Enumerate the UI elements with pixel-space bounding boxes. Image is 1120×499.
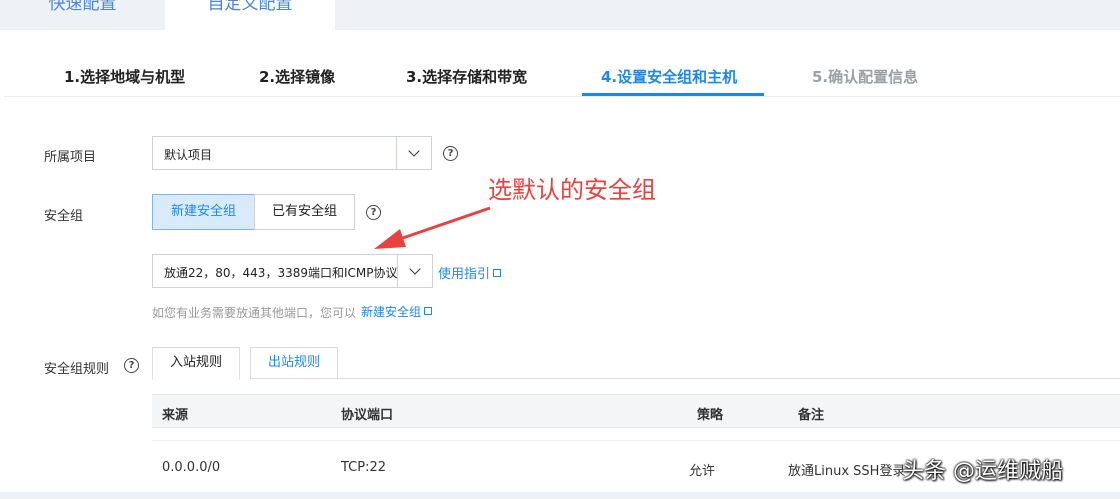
row-port: TCP:22: [341, 460, 387, 475]
tab-custom-config-label: 自定义配置: [207, 0, 293, 14]
security-group-select[interactable]: 放通22，80，443，3389端口和ICMP协议: [152, 254, 433, 288]
step-5: 5.确认配置信息: [812, 68, 919, 86]
security-group-hint: 如您有业务需要放通其他端口，您可以: [152, 306, 357, 320]
watermark: 头条 @运维贼船: [902, 459, 1063, 484]
column-note: 备注: [798, 408, 825, 423]
new-security-group-link[interactable]: 新建安全组: [361, 303, 433, 320]
rules-tabs-divider: [338, 378, 1120, 379]
existing-security-group-button[interactable]: 已有安全组: [254, 194, 355, 230]
project-select-value: 默认项目: [164, 148, 213, 162]
row-note: 放通Linux SSH登录: [788, 464, 906, 479]
page-bottom-background: [0, 492, 1120, 499]
project-select[interactable]: 默认项目: [152, 136, 432, 170]
new-security-group-link-label: 新建安全组: [361, 305, 422, 319]
rules-table-header: 来源 协议端口 策略 备注: [152, 394, 1120, 428]
column-port: 协议端口: [341, 408, 394, 423]
steps-divider: [4, 96, 1120, 97]
help-icon[interactable]: ?: [124, 358, 139, 373]
usage-guide-link[interactable]: 使用指引: [438, 263, 502, 282]
external-link-icon: [493, 269, 502, 277]
annotation-text: 选默认的安全组: [488, 176, 656, 204]
row-policy: 允许: [689, 464, 716, 479]
tab-quick-config[interactable]: 快速配置: [0, 0, 165, 30]
column-policy: 策略: [697, 408, 724, 423]
security-group-label: 安全组: [44, 209, 84, 224]
tab-outbound-rules[interactable]: 出站规则: [250, 347, 338, 379]
row-source: 0.0.0.0/0: [162, 460, 221, 475]
project-label: 所属项目: [44, 150, 97, 165]
help-icon[interactable]: ?: [443, 146, 458, 161]
step-4[interactable]: 4.设置安全组和主机: [601, 66, 737, 87]
chevron-down-icon[interactable]: [397, 255, 432, 287]
tabs-background: [335, 0, 1120, 30]
security-group-select-value: 放通22，80，443，3389端口和ICMP协议: [164, 266, 398, 280]
chevron-down-icon[interactable]: [396, 137, 431, 169]
new-security-group-button[interactable]: 新建安全组: [152, 194, 255, 230]
security-rules-label: 安全组规则: [44, 362, 110, 377]
usage-guide-link-label: 使用指引: [438, 267, 491, 282]
step-2[interactable]: 2.选择镜像: [259, 66, 335, 87]
column-source: 来源: [162, 408, 189, 423]
wizard-steps: 1.选择地域与机型 2.选择镜像 3.选择存储和带宽 4.设置安全组和主机 5.…: [4, 30, 1120, 97]
tab-quick-config-label: 快速配置: [48, 0, 117, 14]
step-1[interactable]: 1.选择地域与机型: [64, 66, 185, 87]
config-mode-tabs: 快速配置 自定义配置: [0, 0, 1120, 30]
tab-custom-config[interactable]: 自定义配置: [165, 0, 335, 30]
external-link-icon: [424, 307, 433, 315]
annotation-arrow-icon: [374, 206, 491, 249]
config-card: 1.选择地域与机型 2.选择镜像 3.选择存储和带宽 4.设置安全组和主机 5.…: [4, 30, 1120, 492]
tab-inbound-rules[interactable]: 入站规则: [152, 347, 240, 380]
step-3[interactable]: 3.选择存储和带宽: [406, 66, 527, 87]
